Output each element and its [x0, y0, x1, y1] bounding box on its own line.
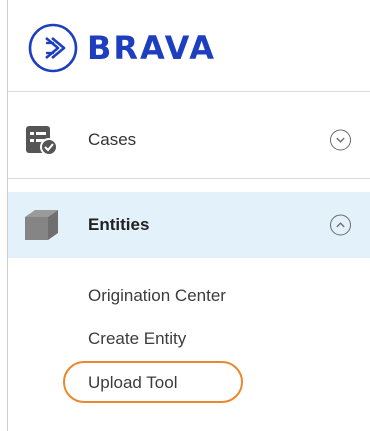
brava-logo-mark-icon — [28, 23, 78, 73]
submenu-item-upload-tool[interactable]: Upload Tool — [88, 373, 177, 393]
brand-logo[interactable]: BRAVA — [27, 22, 216, 74]
brand-name: BRAVA — [87, 29, 216, 67]
sidebar-item-cases-label: Cases — [88, 130, 137, 149]
sidebar-item-cases[interactable]: Cases — [8, 107, 370, 173]
submenu-item-create-entity[interactable]: Create Entity — [88, 329, 186, 349]
cases-checklist-icon — [26, 126, 58, 156]
chevron-up-icon[interactable] — [330, 214, 351, 236]
section-divider — [8, 178, 370, 179]
sidebar-item-entities[interactable]: Entities — [8, 192, 370, 258]
header-divider — [8, 91, 370, 92]
submenu-item-origination-center[interactable]: Origination Center — [88, 286, 226, 306]
chevron-down-icon[interactable] — [330, 129, 351, 151]
sidebar-item-entities-label: Entities — [88, 215, 150, 234]
entities-cube-icon — [25, 210, 58, 240]
